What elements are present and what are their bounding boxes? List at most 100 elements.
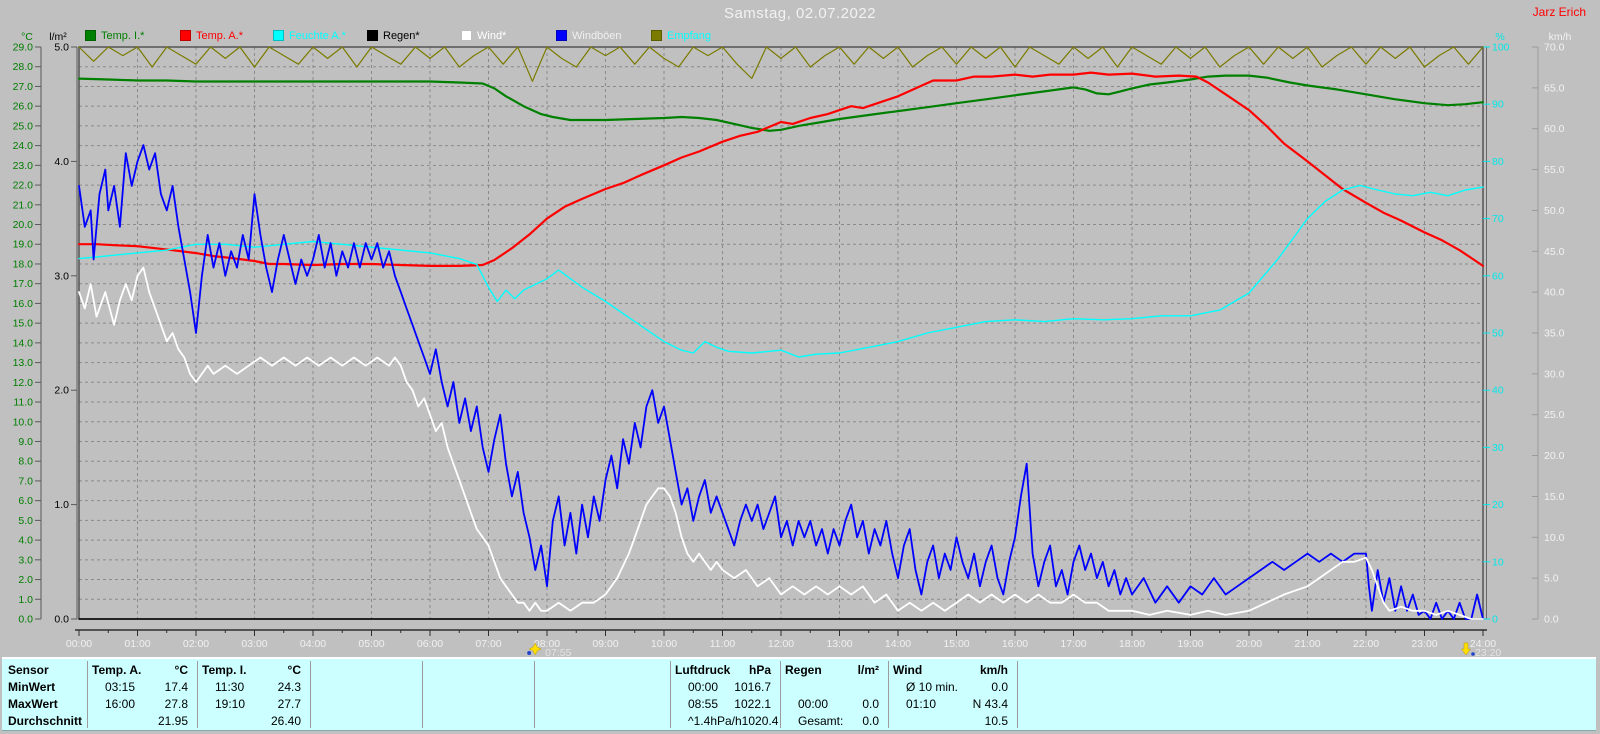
- svg-text:2.0: 2.0: [54, 385, 69, 397]
- table-cell-value: N 43.4: [972, 697, 1008, 711]
- svg-text:21:00: 21:00: [1294, 638, 1320, 650]
- axis-wind-right: 0.0 5.0 10.0 15.0 20.0 25.0 30.0 35.0 40.0 45.0 50…: [1532, 31, 1572, 626]
- table-cell-time: 00:00: [688, 680, 719, 694]
- weather-station-window: { "header": { "title": "Samstag, 02.07.2…: [0, 0, 1600, 734]
- svg-text:5.0: 5.0: [18, 515, 33, 527]
- svg-text:11:00: 11:00: [710, 638, 736, 650]
- svg-text:3.0: 3.0: [18, 554, 33, 566]
- svg-text:8.0: 8.0: [18, 456, 33, 468]
- svg-text:6.0: 6.0: [18, 495, 33, 507]
- svg-text:23.0: 23.0: [13, 160, 34, 172]
- table-column-unit: °C: [174, 663, 188, 677]
- svg-text:06:00: 06:00: [417, 638, 443, 650]
- table-column-luftdruck: Luftdruck hPa 00:00 1016.7 08:55 1022.1 ^1.4hP…: [670, 662, 780, 730]
- svg-text:km/h: km/h: [1549, 31, 1572, 43]
- table-column-regen: Regen l/m² 00:00 0.0 Gesamt: 0.0: [780, 662, 888, 730]
- svg-text:14:00: 14:00: [885, 638, 911, 650]
- table-column-header: Temp. I.: [202, 663, 247, 677]
- svg-text:100: 100: [1492, 42, 1510, 54]
- table-column-header: Regen: [785, 663, 822, 677]
- table-cell-value: 0.0: [862, 697, 879, 711]
- svg-text:23:00: 23:00: [1411, 638, 1437, 650]
- table-column-empty-4: [534, 662, 670, 730]
- table-column-unit: km/h: [979, 663, 1008, 677]
- svg-text:15.0: 15.0: [13, 318, 34, 330]
- table-cell-value: 0.0: [991, 680, 1008, 694]
- table-column-empty-3: [422, 662, 534, 730]
- svg-text:07:00: 07:00: [475, 638, 501, 650]
- svg-text:10:00: 10:00: [651, 638, 677, 650]
- svg-text:0: 0: [1492, 614, 1498, 626]
- table-column-temp-i: Temp. I. °C 11:30 24.3 19:10 27.7 26.40: [197, 662, 310, 730]
- table-row-labels: Sensor MinWert MaxWert Durchschnitt: [2, 662, 87, 730]
- svg-text:30: 30: [1492, 442, 1504, 454]
- svg-text:25.0: 25.0: [13, 120, 34, 132]
- svg-text:0.0: 0.0: [54, 614, 69, 626]
- table-cell-time: 11:30: [215, 680, 245, 694]
- svg-text:10.0: 10.0: [1544, 532, 1565, 544]
- svg-text:13:00: 13:00: [826, 638, 852, 650]
- table-column-temp-a: Temp. A. °C 03:15 17.4 16:00 27.8 21.95: [87, 662, 197, 730]
- svg-text:18:00: 18:00: [1119, 638, 1145, 650]
- x-axis: 00:00 01:00 02:00 03:00 04:00 05:00 06:00 07:00…: [66, 629, 1496, 650]
- table-column-header: Luftdruck: [675, 663, 731, 677]
- axis-rain-left: 0.0 1.0 2.0 3.0 4.0 5.0l/m²: [49, 31, 78, 626]
- svg-text:10: 10: [1492, 556, 1504, 568]
- svg-text:50: 50: [1492, 328, 1504, 340]
- svg-text:l/m²: l/m²: [49, 31, 67, 43]
- svg-text:0.0: 0.0: [18, 614, 33, 626]
- svg-text:19.0: 19.0: [13, 239, 34, 251]
- svg-text:°C: °C: [21, 31, 33, 43]
- table-cell-value: 10.5: [984, 714, 1008, 728]
- table-column-header: Wind: [893, 663, 923, 677]
- svg-text:20.0: 20.0: [13, 219, 34, 231]
- svg-text:9.0: 9.0: [18, 436, 33, 448]
- axis-temp-left: 0.0 1.0 2.0 3.0 4.0 5.0 6.0 7.0 8.0 9.0 10.0 11.0 12…: [13, 31, 42, 626]
- table-cell-time: 16:00: [105, 697, 136, 711]
- axis-humidity-right: 0 10 20 30 40 50 60 70 80 90 100%: [1483, 31, 1510, 626]
- svg-text:40.0: 40.0: [1544, 287, 1565, 299]
- table-cell-value: 27.7: [277, 697, 301, 711]
- svg-text:2.0: 2.0: [18, 574, 33, 586]
- table-column-unit: l/m²: [857, 663, 879, 677]
- svg-text:17:00: 17:00: [1060, 638, 1086, 650]
- svg-text:26.0: 26.0: [13, 101, 34, 113]
- svg-text:10.0: 10.0: [13, 416, 34, 428]
- svg-text:03:00: 03:00: [241, 638, 267, 650]
- svg-text:16.0: 16.0: [13, 298, 34, 310]
- svg-text:1.0: 1.0: [18, 594, 33, 606]
- svg-text:29.0: 29.0: [13, 42, 34, 54]
- table-row-label: MaxWert: [8, 697, 58, 711]
- svg-text:5.0: 5.0: [1544, 573, 1559, 585]
- svg-text:70: 70: [1492, 213, 1504, 225]
- svg-text:3.0: 3.0: [54, 270, 69, 282]
- svg-text:19:00: 19:00: [1177, 638, 1203, 650]
- svg-text:45.0: 45.0: [1544, 246, 1565, 258]
- svg-text:0.0: 0.0: [1544, 614, 1559, 626]
- svg-text:21.0: 21.0: [13, 199, 34, 211]
- svg-text:30.0: 30.0: [1544, 368, 1565, 380]
- svg-text:20:00: 20:00: [1236, 638, 1262, 650]
- table-cell-time: Gesamt:: [798, 714, 844, 728]
- svg-text:5.0: 5.0: [54, 42, 69, 54]
- svg-text:16:00: 16:00: [1002, 638, 1028, 650]
- svg-text:02:00: 02:00: [183, 638, 209, 650]
- svg-text:90: 90: [1492, 99, 1504, 111]
- table-cell-value: 1016.7: [734, 680, 771, 694]
- svg-text:13.0: 13.0: [13, 357, 34, 369]
- svg-text:60.0: 60.0: [1544, 123, 1565, 135]
- svg-text:22:00: 22:00: [1353, 638, 1379, 650]
- svg-text:%: %: [1495, 31, 1504, 43]
- svg-text:7.0: 7.0: [18, 475, 33, 487]
- svg-text:04:00: 04:00: [300, 638, 326, 650]
- table-cell-value: 1022.1: [734, 697, 771, 711]
- table-column-empty-8: [1017, 662, 1596, 730]
- table-cell-value: 27.8: [164, 697, 188, 711]
- svg-text:12.0: 12.0: [13, 377, 34, 389]
- table-column-wind: Wind km/h Ø 10 min. 0.0 01:10 N 43.4 10.5: [888, 662, 1017, 730]
- svg-text:24.0: 24.0: [13, 140, 34, 152]
- svg-text:40: 40: [1492, 385, 1504, 397]
- svg-text:12:00: 12:00: [768, 638, 794, 650]
- svg-text:01:00: 01:00: [124, 638, 150, 650]
- svg-text:50.0: 50.0: [1544, 205, 1565, 217]
